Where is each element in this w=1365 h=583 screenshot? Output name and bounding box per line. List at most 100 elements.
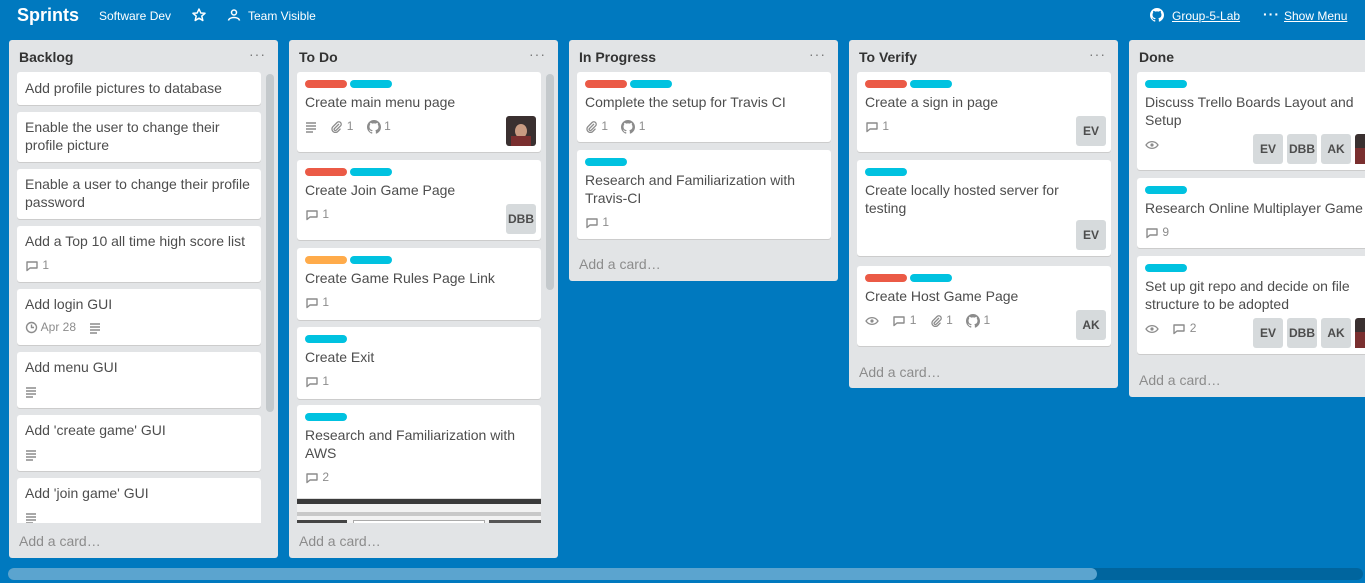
comment-icon bbox=[306, 297, 318, 308]
card-title: Create a sign in page bbox=[865, 94, 999, 110]
label-sky bbox=[350, 80, 392, 88]
comment-icon bbox=[306, 376, 318, 387]
label-sky bbox=[305, 335, 347, 343]
card-badges: 1 bbox=[865, 117, 899, 133]
card[interactable]: Create Host Game Page 1 1 1 AK bbox=[857, 266, 1111, 346]
github-icon bbox=[1150, 8, 1164, 27]
member-avatar[interactable]: EV bbox=[1253, 134, 1283, 164]
add-card-button[interactable]: Add a card… bbox=[579, 256, 661, 272]
attachment-count: 1 bbox=[346, 118, 354, 133]
card-labels bbox=[1145, 186, 1190, 194]
list-title[interactable]: Backlog bbox=[19, 49, 73, 65]
add-card-button[interactable]: Add a card… bbox=[19, 533, 101, 549]
card[interactable]: Add 'join game' GUI bbox=[17, 478, 261, 523]
label-sky bbox=[1145, 80, 1187, 88]
team-link[interactable]: Software Dev bbox=[99, 9, 171, 23]
comment-icon bbox=[26, 260, 38, 271]
list-menu-icon[interactable]: ··· bbox=[249, 46, 266, 62]
card[interactable]: Create a sign in page 1 EV bbox=[857, 72, 1111, 152]
list-title[interactable]: In Progress bbox=[579, 49, 656, 65]
member-avatar[interactable]: EV bbox=[1076, 116, 1106, 146]
github-icon bbox=[366, 119, 381, 134]
comment-icon bbox=[1173, 323, 1186, 334]
list-cards: Create main menu page 1 1 Create Join Ga… bbox=[297, 72, 550, 523]
add-card-button[interactable]: Add a card… bbox=[299, 533, 381, 549]
ellipsis-icon[interactable]: ··· bbox=[1263, 6, 1280, 22]
label-red bbox=[585, 80, 627, 88]
card-title: Create Exit bbox=[305, 349, 375, 365]
list-menu-icon[interactable]: ··· bbox=[1089, 46, 1106, 62]
member-avatar[interactable]: AK bbox=[1321, 134, 1351, 164]
card[interactable]: Add menu GUI bbox=[17, 352, 261, 408]
card[interactable]: Set up git repo and decide on file struc… bbox=[1137, 256, 1365, 354]
github-icon bbox=[621, 119, 636, 134]
card[interactable]: Create locally hosted server for testing… bbox=[857, 160, 1111, 256]
list-backlog: Backlog ··· Add profile pictures to data… bbox=[9, 40, 278, 558]
card[interactable]: Complete the setup for Travis CI 1 1 bbox=[577, 72, 831, 142]
board-scrollbar-thumb[interactable] bbox=[8, 568, 1097, 580]
github-count: 1 bbox=[983, 312, 991, 327]
card-badges: 1 bbox=[305, 293, 339, 309]
card-title: Add menu GUI bbox=[25, 359, 118, 375]
label-sky bbox=[1145, 264, 1187, 272]
star-icon[interactable] bbox=[192, 8, 206, 27]
label-sky bbox=[910, 274, 952, 282]
card[interactable]: Create Join Game Page 1 DBB bbox=[297, 160, 541, 240]
card-title: Enable the user to change their profile … bbox=[25, 119, 220, 153]
comment-count: 1 bbox=[322, 206, 330, 221]
card-title: Add 'join game' GUI bbox=[25, 485, 149, 501]
card-badges: 2 bbox=[1145, 319, 1206, 335]
card-badges bbox=[25, 445, 47, 461]
list-title[interactable]: Done bbox=[1139, 49, 1174, 65]
card-labels bbox=[865, 274, 955, 282]
member-avatar[interactable]: AK bbox=[1321, 318, 1351, 348]
comment-icon bbox=[306, 209, 318, 220]
comment-badge: 1 bbox=[585, 214, 609, 230]
card[interactable]: Add a Top 10 all time high score list 1 bbox=[17, 226, 261, 282]
comment-count: 1 bbox=[882, 118, 890, 133]
list-to-do: To Do ··· Create main menu page 1 1 Crea… bbox=[289, 40, 558, 558]
org-link[interactable]: Group-5-Lab bbox=[1172, 9, 1240, 23]
add-card-button[interactable]: Add a card… bbox=[1139, 372, 1221, 388]
card[interactable]: Create Exit 1 bbox=[297, 327, 541, 399]
member-avatar[interactable]: AK bbox=[1076, 310, 1106, 340]
paperclip-icon bbox=[331, 121, 343, 134]
card[interactable]: Enable a user to change their profile pa… bbox=[17, 169, 261, 219]
member-avatar[interactable]: EV bbox=[1076, 220, 1106, 250]
card[interactable]: Research Online Multiplayer Game 9 bbox=[1137, 178, 1365, 248]
card[interactable]: Enable the user to change their profile … bbox=[17, 112, 261, 162]
card-labels bbox=[865, 168, 910, 176]
github-icon bbox=[966, 313, 981, 328]
card-title: Create main menu page bbox=[305, 94, 456, 110]
card[interactable]: Research and Familiarization with Travis… bbox=[577, 150, 831, 239]
card[interactable]: Create Game Rules Page Link 1 bbox=[297, 248, 541, 320]
comment-icon bbox=[586, 217, 598, 228]
show-menu-button[interactable]: Show Menu bbox=[1284, 9, 1347, 23]
card[interactable]: Research and Familiarization with AWS 2 bbox=[297, 405, 541, 523]
card[interactable]: Add login GUI Apr 28 bbox=[17, 289, 261, 345]
card[interactable]: Create main menu page 1 1 bbox=[297, 72, 541, 152]
member-avatar[interactable]: DBB bbox=[1287, 134, 1317, 164]
list-title[interactable]: To Verify bbox=[859, 49, 917, 65]
card-title: Research and Familiarization with Travis… bbox=[585, 172, 796, 206]
board-title[interactable]: Sprints bbox=[17, 5, 79, 26]
list-title[interactable]: To Do bbox=[299, 49, 338, 65]
visibility-button[interactable]: Team Visible bbox=[248, 9, 316, 23]
list-to-verify: To Verify ··· Create a sign in page 1 EV… bbox=[849, 40, 1118, 388]
member-avatar[interactable]: EV bbox=[1253, 318, 1283, 348]
avatar[interactable] bbox=[1355, 134, 1365, 164]
member-avatar[interactable]: DBB bbox=[506, 204, 536, 234]
card[interactable]: Add 'create game' GUI bbox=[17, 415, 261, 471]
comment-badge: 1 bbox=[25, 257, 49, 273]
list-menu-icon[interactable]: ··· bbox=[809, 46, 826, 62]
card-badges: 1 1 bbox=[585, 117, 655, 134]
paperclip-icon bbox=[931, 315, 942, 328]
card[interactable]: Add profile pictures to database bbox=[17, 72, 261, 105]
list-menu-icon[interactable]: ··· bbox=[529, 46, 546, 62]
card[interactable]: Discuss Trello Boards Layout and Setup E… bbox=[1137, 72, 1365, 170]
avatar[interactable] bbox=[506, 116, 536, 146]
member-avatar[interactable]: DBB bbox=[1287, 318, 1317, 348]
avatar[interactable] bbox=[1355, 318, 1365, 348]
add-card-button[interactable]: Add a card… bbox=[859, 364, 941, 380]
card-labels bbox=[305, 168, 395, 176]
